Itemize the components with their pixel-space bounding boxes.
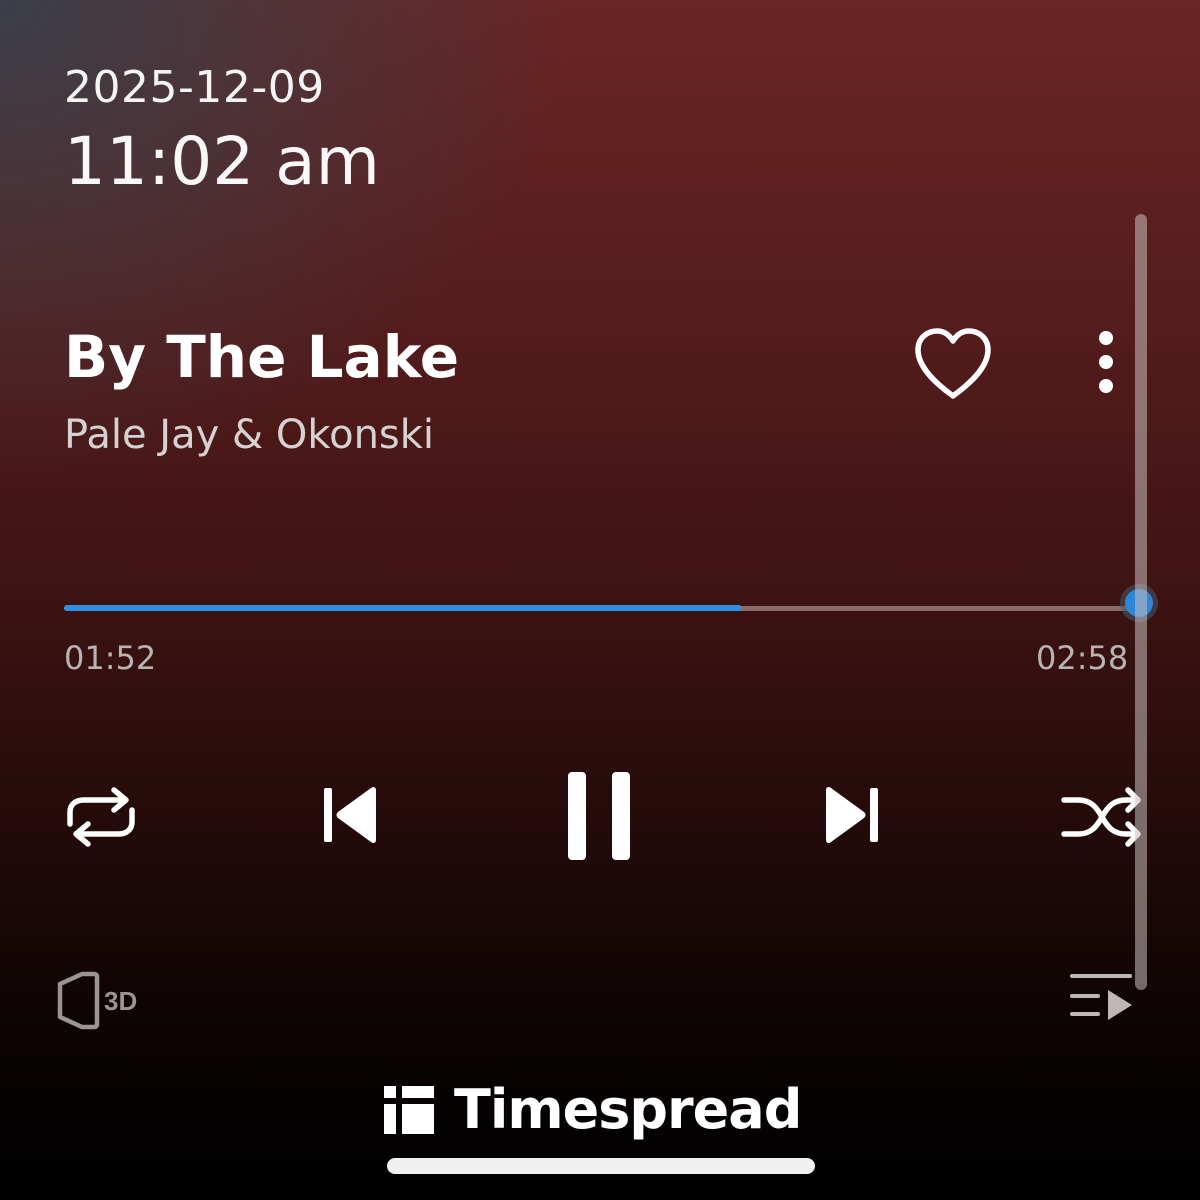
track-artist[interactable]: Pale Jay & Okonski: [64, 410, 434, 460]
status-date: 2025-12-09: [64, 62, 325, 113]
vertical-dots-icon: [1099, 331, 1113, 393]
previous-button[interactable]: [318, 780, 382, 850]
timespread-logo-icon: [384, 1086, 434, 1134]
status-time: 11:02 am: [64, 123, 380, 200]
elapsed-time: 01:52: [64, 639, 157, 677]
skip-previous-icon: [324, 786, 376, 844]
audio-3d-label: 3D: [104, 986, 137, 1016]
speaker-3d-icon: 3D: [57, 971, 137, 1030]
pause-icon: [568, 772, 630, 860]
next-button[interactable]: [820, 780, 884, 850]
pause-button[interactable]: [560, 766, 640, 866]
audio-3d-button[interactable]: 3D: [52, 970, 152, 1034]
like-button[interactable]: [910, 324, 996, 404]
brand-watermark: Timespread: [384, 1078, 802, 1141]
queue-button[interactable]: [1064, 970, 1140, 1030]
repeat-icon: [67, 787, 135, 847]
brand-name: Timespread: [454, 1078, 802, 1141]
home-indicator[interactable]: [387, 1158, 815, 1174]
repeat-button[interactable]: [56, 782, 146, 852]
total-duration: 02:58: [1036, 639, 1129, 677]
progress-fill: [64, 605, 742, 611]
skip-next-icon: [826, 786, 878, 844]
queue-icon: [1070, 974, 1132, 1020]
more-options-button[interactable]: [1086, 328, 1126, 398]
shuffle-icon: [1061, 787, 1141, 847]
scrollbar[interactable]: [1135, 214, 1147, 990]
track-title: By The Lake: [64, 323, 460, 391]
shuffle-button[interactable]: [1056, 782, 1146, 852]
music-player-screen: 2025-12-09 11:02 am By The Lake Pale Jay…: [0, 0, 1200, 1200]
progress-bar[interactable]: [64, 588, 1140, 628]
heart-outline-icon: [915, 328, 991, 399]
